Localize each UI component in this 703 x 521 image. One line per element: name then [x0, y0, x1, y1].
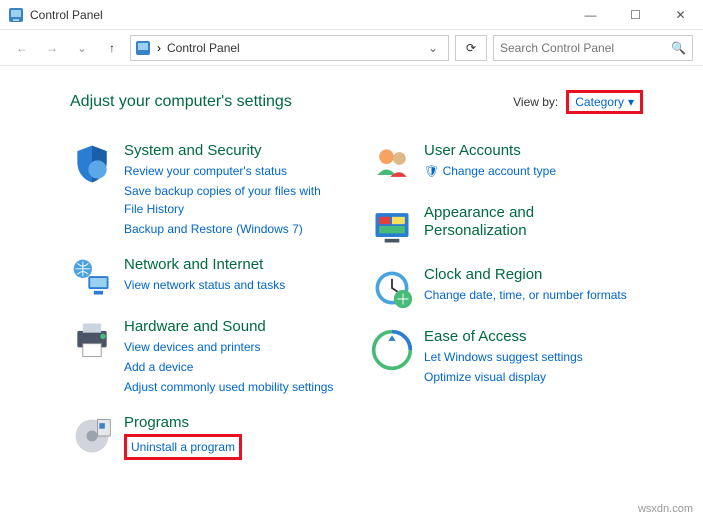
shield-icon [70, 142, 114, 186]
refresh-button[interactable]: ⟳ [455, 35, 487, 61]
change-account-type-link[interactable]: 🛡 Change account type [424, 162, 556, 180]
printer-icon [70, 318, 114, 362]
close-button[interactable]: ✕ [658, 0, 703, 30]
add-device-link[interactable]: Add a device [124, 358, 333, 376]
review-status-link[interactable]: Review your computer's status [124, 162, 340, 180]
up-button[interactable]: ↑ [100, 36, 124, 60]
recent-dropdown[interactable]: ⌄ [70, 36, 94, 60]
viewby-value-text: Category [575, 95, 624, 109]
minimize-button[interactable]: — [568, 0, 613, 30]
users-icon [370, 142, 414, 186]
ease-of-access-icon [370, 328, 414, 372]
viewby-control: View by: Category ▾ [513, 90, 643, 114]
window-controls: — ☐ ✕ [568, 0, 703, 30]
system-security-title[interactable]: System and Security [124, 142, 340, 160]
hardware-sound-title[interactable]: Hardware and Sound [124, 318, 333, 336]
viewby-dropdown[interactable]: Category ▾ [566, 90, 643, 114]
category-ease-of-access: Ease of Access Let Windows suggest setti… [370, 328, 640, 386]
page-title: Adjust your computer's settings [70, 93, 292, 111]
search-input[interactable] [500, 41, 671, 55]
category-hardware-sound: Hardware and Sound View devices and prin… [70, 318, 340, 396]
programs-title[interactable]: Programs [124, 414, 242, 432]
navbar: ← → ⌄ ↑ › Control Panel ⌄ ⟳ 🔍 [0, 30, 703, 66]
breadcrumb-text[interactable]: Control Panel [167, 41, 240, 55]
appearance-icon [370, 204, 414, 248]
optimize-display-link[interactable]: Optimize visual display [424, 368, 583, 386]
search-icon[interactable]: 🔍 [671, 41, 686, 55]
control-panel-icon [135, 40, 151, 56]
search-bar[interactable]: 🔍 [493, 35, 693, 61]
network-icon [70, 256, 114, 300]
category-system-security: System and Security Review your computer… [70, 142, 340, 238]
category-clock-region: Clock and Region Change date, time, or n… [370, 266, 640, 310]
control-panel-icon [8, 7, 24, 23]
mobility-settings-link[interactable]: Adjust commonly used mobility settings [124, 378, 333, 396]
window-title: Control Panel [30, 8, 103, 22]
user-accounts-title[interactable]: User Accounts [424, 142, 556, 160]
category-appearance: Appearance and Personalization [370, 204, 640, 248]
network-internet-title[interactable]: Network and Internet [124, 256, 285, 274]
breadcrumb-dropdown-icon[interactable]: ⌄ [422, 41, 444, 55]
breadcrumb[interactable]: › Control Panel ⌄ [130, 35, 449, 61]
clock-icon [370, 266, 414, 310]
uninstall-highlight: Uninstall a program [124, 434, 242, 460]
content: Adjust your computer's settings View by:… [0, 66, 703, 460]
chevron-down-icon: ▾ [628, 95, 634, 109]
backup-restore-link[interactable]: Backup and Restore (Windows 7) [124, 220, 340, 238]
back-button[interactable]: ← [10, 36, 34, 60]
uninstall-program-link[interactable]: Uninstall a program [131, 440, 235, 454]
date-time-formats-link[interactable]: Change date, time, or number formats [424, 286, 627, 304]
maximize-button[interactable]: ☐ [613, 0, 658, 30]
titlebar: Control Panel — ☐ ✕ [0, 0, 703, 30]
network-status-link[interactable]: View network status and tasks [124, 276, 285, 294]
category-user-accounts: User Accounts 🛡 Change account type [370, 142, 640, 186]
ease-of-access-title[interactable]: Ease of Access [424, 328, 583, 346]
category-programs: Programs Uninstall a program [70, 414, 340, 460]
suggest-settings-link[interactable]: Let Windows suggest settings [424, 348, 583, 366]
devices-printers-link[interactable]: View devices and printers [124, 338, 333, 356]
programs-icon [70, 414, 114, 458]
uac-shield-icon: 🛡 [424, 164, 439, 178]
viewby-label: View by: [513, 95, 558, 109]
file-history-link[interactable]: Save backup copies of your files with Fi… [124, 182, 340, 218]
breadcrumb-sep: › [157, 41, 161, 55]
appearance-title[interactable]: Appearance and Personalization [424, 204, 640, 240]
category-network-internet: Network and Internet View network status… [70, 256, 340, 300]
forward-button[interactable]: → [40, 36, 64, 60]
watermark: wsxdn.com [638, 503, 693, 515]
clock-region-title[interactable]: Clock and Region [424, 266, 627, 284]
